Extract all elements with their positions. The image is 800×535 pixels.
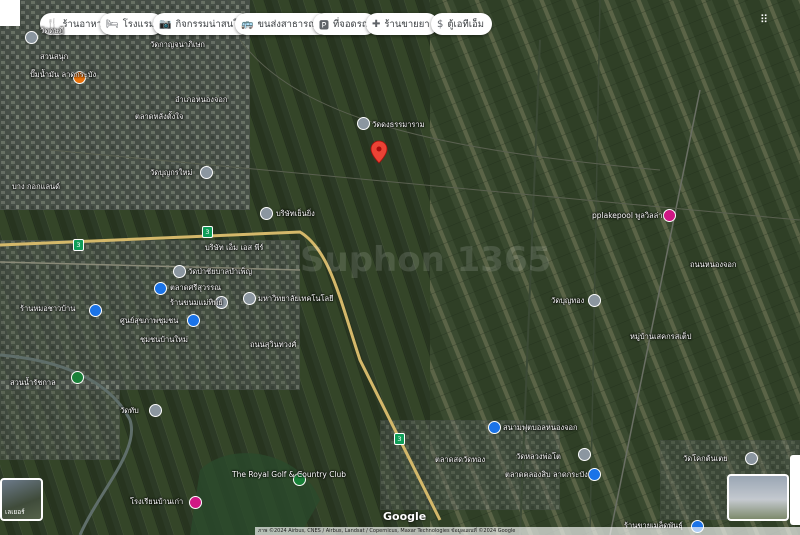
place-label: ศูนย์สุขภาพชุมชน <box>120 316 179 325</box>
place-label: วัดดุษฎี <box>40 26 64 35</box>
place-marker[interactable] <box>578 448 591 461</box>
highway-shield: 3 <box>73 239 84 251</box>
place-marker[interactable] <box>187 314 200 327</box>
place-label: อำเภอหนองจอก <box>175 95 228 104</box>
place-label: The Royal Golf & Country Club <box>232 470 347 479</box>
google-logo: Google <box>383 510 427 523</box>
bus-icon: 🚌 <box>241 18 254 30</box>
place-label: ตลาดศรีสุวรรณ <box>170 283 222 292</box>
highway-shield: 3 <box>202 226 213 238</box>
place-marker[interactable] <box>173 265 186 278</box>
place-label: วัดป่าชัยบาลบำเพ็ญ <box>188 267 252 276</box>
place-marker[interactable] <box>149 404 162 417</box>
place-marker[interactable] <box>745 452 758 465</box>
watermark: Suphon 1365 <box>300 240 552 280</box>
place-label: ร้านขนมแม่ทิพย์ <box>170 298 223 307</box>
map-attribution: ภาพ ©2024 Airbus, CNES / Airbus, Landsat… <box>255 527 800 535</box>
place-label: ตลาดคลองสิบ ลาดกระบัง <box>505 470 588 479</box>
place-label: ปั๊มน้ำมัน ลาดกระบัง <box>30 70 97 79</box>
atm-icon: $ <box>437 18 444 30</box>
road-label: ถนนสุวินทวงศ์ <box>250 340 297 349</box>
place-label: ตลาดสดวัดทอง <box>435 455 486 464</box>
place-label: วัดดงธรรมาราม <box>372 120 425 129</box>
parking-icon: 🅿 <box>319 20 329 32</box>
place-label: บริษัท เอ็ม เอส พีร์ <box>205 243 264 252</box>
search-panel-edge[interactable] <box>0 0 20 26</box>
place-marker[interactable] <box>260 207 273 220</box>
place-label: มหาวิทยาลัยเทคโนโลยี <box>258 294 334 303</box>
place-label: วัดกาญจนาภิเษก <box>150 40 205 49</box>
place-marker[interactable] <box>200 166 213 179</box>
place-label: สนามฟุตบอลหนองจอก <box>503 423 578 432</box>
place-label: ชุมชนบ้านใหม่ <box>140 335 188 344</box>
place-label: วัดบุญทอง <box>551 296 585 305</box>
chip-pharmacy[interactable]: ✚ ร้านขายยา <box>366 13 438 35</box>
bed-icon: 🛏 <box>106 18 119 30</box>
place-label: บริษัทเย็นยิ่ง <box>276 209 315 218</box>
place-label: วัดบุญกรใหม่ <box>150 168 193 177</box>
place-label: วัดทับ <box>120 406 139 415</box>
highway-shield: 3 <box>394 433 405 445</box>
apps-grid-icon[interactable]: ⠿ <box>760 13 774 27</box>
layers-label: เลเยอร์ <box>5 508 25 516</box>
map-controls-strip[interactable] <box>790 455 800 525</box>
camera-icon: 📷 <box>159 18 172 30</box>
place-label: โรงเรียนบ้านเก่า <box>130 497 184 506</box>
street-view-thumbnail[interactable] <box>727 474 789 521</box>
place-marker[interactable] <box>357 117 370 130</box>
place-marker[interactable] <box>154 282 167 295</box>
place-marker[interactable] <box>71 371 84 384</box>
place-label: สวนสนุก <box>40 52 69 61</box>
place-label: หมู่บ้านเสคกรสเต็ป <box>630 332 692 341</box>
place-marker[interactable] <box>25 31 38 44</box>
pharmacy-icon: ✚ <box>372 18 381 30</box>
place-marker[interactable] <box>663 209 676 222</box>
place-label: สวนน้ำรัชกาล <box>10 378 56 387</box>
place-marker[interactable] <box>189 496 202 509</box>
road-label: ถนนหนองจอก <box>690 260 737 269</box>
place-label: ร้านหมอชาวบ้าน <box>20 304 76 313</box>
place-label: pplakepool พูลวิลล่า <box>592 211 663 220</box>
chip-atm[interactable]: $ ตู้เอทีเอ็ม <box>431 13 492 35</box>
place-label: ตลาดหลังตั้งใจ <box>135 112 184 121</box>
place-marker[interactable] <box>243 292 256 305</box>
place-marker[interactable] <box>89 304 102 317</box>
place-marker[interactable] <box>588 468 601 481</box>
layers-button[interactable]: เลเยอร์ <box>0 478 43 521</box>
place-label: วัดโคกต้นเตย <box>683 454 728 463</box>
place-marker[interactable] <box>488 421 501 434</box>
place-label: วัดหลวงพ่อโต <box>516 452 561 461</box>
place-marker[interactable] <box>588 294 601 307</box>
place-label: บาง กอกแลนด์ <box>12 182 61 191</box>
